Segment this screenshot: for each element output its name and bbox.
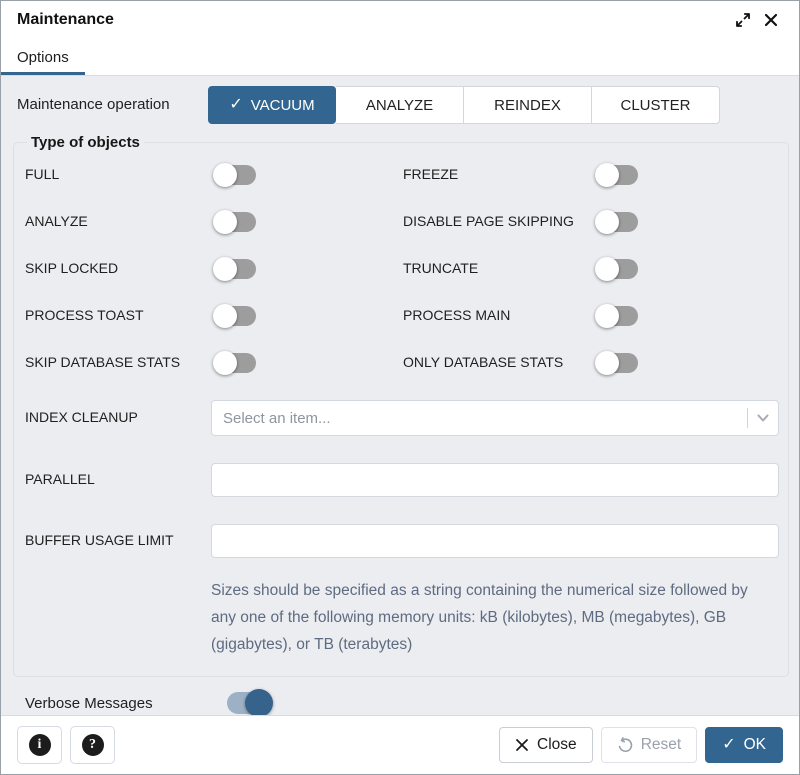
dialog-footer: i ? Close Reset ✓ OK bbox=[1, 715, 799, 774]
freeze-toggle[interactable] bbox=[598, 165, 638, 185]
analyze-toggle[interactable] bbox=[216, 212, 256, 232]
close-button-label: Close bbox=[537, 736, 577, 754]
question-icon: ? bbox=[82, 734, 104, 756]
objects-grid: FULL FREEZE ANALYZE DISABLE PAGE SKIPPIN… bbox=[25, 157, 779, 658]
skip-database-stats-label: SKIP DATABASE STATS bbox=[25, 353, 211, 373]
close-icon[interactable] bbox=[757, 6, 785, 34]
full-label: FULL bbox=[25, 165, 211, 185]
disable-page-skipping-toggle[interactable] bbox=[598, 212, 638, 232]
skip-database-stats-toggle[interactable] bbox=[216, 353, 256, 373]
process-toast-label: PROCESS TOAST bbox=[25, 306, 211, 326]
dialog-title: Maintenance bbox=[17, 11, 114, 29]
tab-bar: Options bbox=[1, 39, 799, 76]
expand-icon[interactable] bbox=[729, 6, 757, 34]
select-divider bbox=[747, 408, 748, 428]
operation-reindex-button[interactable]: REINDEX bbox=[464, 86, 592, 124]
truncate-toggle-knob bbox=[595, 257, 619, 281]
truncate-toggle[interactable] bbox=[598, 259, 638, 279]
chevron-down-icon bbox=[756, 411, 770, 425]
reset-button[interactable]: Reset bbox=[601, 727, 698, 763]
close-button[interactable]: Close bbox=[499, 727, 593, 763]
ok-button[interactable]: ✓ OK bbox=[705, 727, 783, 763]
titlebar: Maintenance bbox=[1, 1, 799, 39]
freeze-label: FREEZE bbox=[403, 165, 593, 185]
verbose-messages-label: Verbose Messages bbox=[25, 695, 211, 712]
disable-page-skipping-label: DISABLE PAGE SKIPPING bbox=[403, 212, 593, 232]
skip-database-stats-toggle-knob bbox=[213, 351, 237, 375]
operation-button-group: ✓ VACUUM ANALYZE REINDEX CLUSTER bbox=[208, 86, 720, 124]
maintenance-operation-row: Maintenance operation ✓ VACUUM ANALYZE R… bbox=[17, 86, 783, 124]
process-toast-toggle-knob bbox=[213, 304, 237, 328]
disable-page-skipping-toggle-knob bbox=[595, 210, 619, 234]
only-database-stats-label: ONLY DATABASE STATS bbox=[403, 353, 593, 373]
ok-check-icon: ✓ bbox=[722, 737, 735, 753]
maintenance-operation-label: Maintenance operation bbox=[17, 95, 208, 115]
process-main-toggle-knob bbox=[595, 304, 619, 328]
reset-icon bbox=[617, 737, 633, 753]
buffer-usage-limit-help-text: Sizes should be specified as a string co… bbox=[211, 577, 779, 658]
process-toast-toggle[interactable] bbox=[216, 306, 256, 326]
info-icon: i bbox=[29, 734, 51, 756]
maintenance-dialog: Maintenance Options Maintenance operatio… bbox=[0, 0, 800, 775]
operation-reindex-label: REINDEX bbox=[494, 97, 561, 114]
reset-button-label: Reset bbox=[641, 736, 682, 754]
skip-locked-toggle[interactable] bbox=[216, 259, 256, 279]
full-toggle-knob bbox=[213, 163, 237, 187]
sql-info-button[interactable]: i bbox=[17, 726, 62, 764]
verbose-messages-toggle-knob bbox=[245, 689, 273, 715]
skip-locked-toggle-knob bbox=[213, 257, 237, 281]
truncate-label: TRUNCATE bbox=[403, 259, 593, 279]
index-cleanup-label: INDEX CLEANUP bbox=[25, 408, 211, 428]
parallel-label: PARALLEL bbox=[25, 470, 211, 490]
operation-cluster-button[interactable]: CLUSTER bbox=[592, 86, 720, 124]
close-x-icon bbox=[515, 738, 529, 752]
full-toggle[interactable] bbox=[216, 165, 256, 185]
only-database-stats-toggle[interactable] bbox=[598, 353, 638, 373]
only-database-stats-toggle-knob bbox=[595, 351, 619, 375]
process-main-label: PROCESS MAIN bbox=[403, 306, 593, 326]
analyze-label: ANALYZE bbox=[25, 212, 211, 232]
dialog-content: Maintenance operation ✓ VACUUM ANALYZE R… bbox=[1, 76, 799, 715]
tab-options-label: Options bbox=[17, 49, 69, 66]
tab-options[interactable]: Options bbox=[1, 39, 85, 75]
operation-analyze-label: ANALYZE bbox=[366, 97, 433, 114]
operation-vacuum-button[interactable]: ✓ VACUUM bbox=[208, 86, 336, 124]
operation-analyze-button[interactable]: ANALYZE bbox=[336, 86, 464, 124]
analyze-toggle-knob bbox=[213, 210, 237, 234]
verbose-messages-row: Verbose Messages bbox=[25, 692, 783, 714]
freeze-toggle-knob bbox=[595, 163, 619, 187]
ok-button-label: OK bbox=[744, 736, 766, 754]
parallel-input[interactable] bbox=[211, 463, 779, 497]
help-button[interactable]: ? bbox=[70, 726, 115, 764]
check-icon: ✓ bbox=[229, 97, 242, 113]
index-cleanup-select[interactable]: Select an item... bbox=[211, 400, 779, 436]
process-main-toggle[interactable] bbox=[598, 306, 638, 326]
verbose-messages-toggle[interactable] bbox=[227, 692, 269, 714]
operation-vacuum-label: VACUUM bbox=[251, 97, 315, 114]
operation-cluster-label: CLUSTER bbox=[620, 97, 690, 114]
skip-locked-label: SKIP LOCKED bbox=[25, 259, 211, 279]
type-of-objects-legend: Type of objects bbox=[27, 134, 144, 151]
index-cleanup-placeholder: Select an item... bbox=[223, 410, 747, 427]
type-of-objects-fieldset: Type of objects FULL FREEZE ANALYZE DISA… bbox=[13, 134, 789, 677]
buffer-usage-limit-input[interactable] bbox=[211, 524, 779, 558]
buffer-usage-limit-label: BUFFER USAGE LIMIT bbox=[25, 531, 211, 551]
